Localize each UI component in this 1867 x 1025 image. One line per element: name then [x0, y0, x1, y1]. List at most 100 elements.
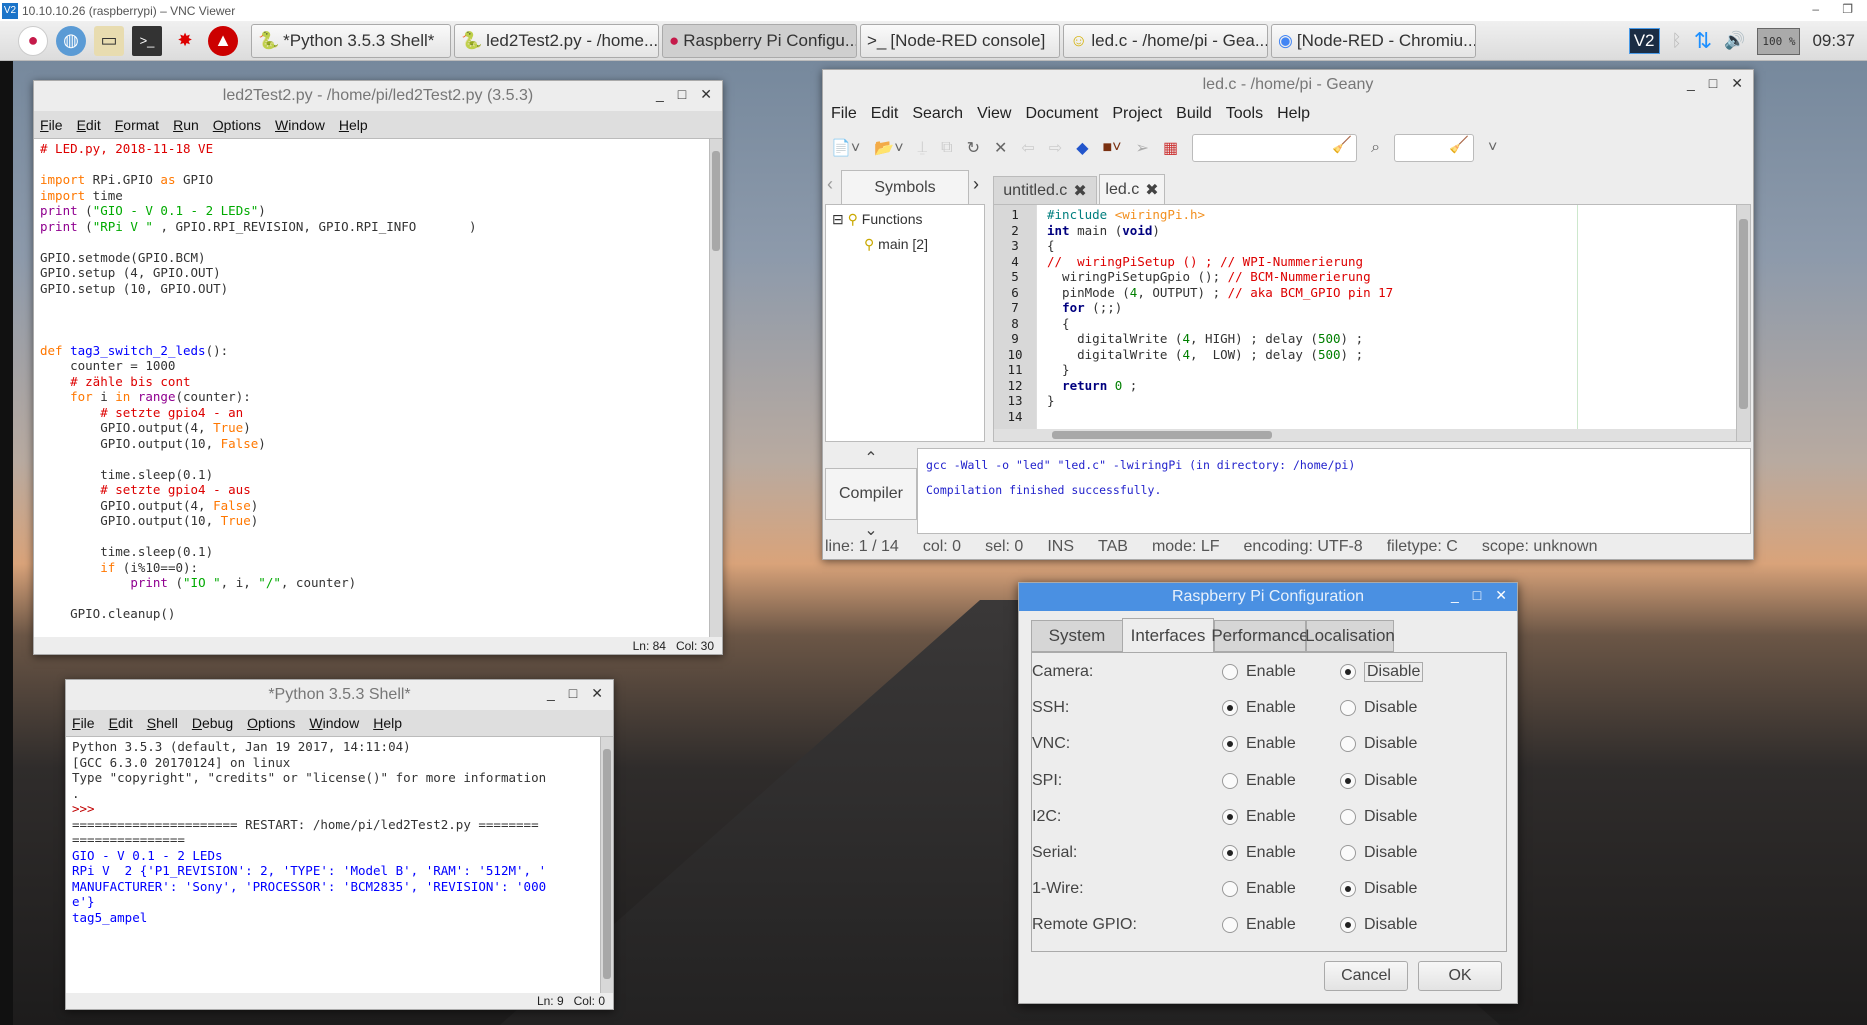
menu-build[interactable]: Build: [1176, 105, 1212, 123]
chevron-down-icon[interactable]: ˅: [1488, 139, 1497, 157]
radio-icon[interactable]: [1222, 664, 1238, 680]
maximize-button[interactable]: □: [569, 685, 577, 702]
radio-icon[interactable]: [1340, 772, 1356, 789]
menu-help[interactable]: Help: [339, 117, 368, 133]
menu-file[interactable]: File: [831, 105, 857, 123]
menu-tools[interactable]: Tools: [1226, 105, 1263, 123]
menu-edit[interactable]: Edit: [109, 715, 133, 731]
code-text[interactable]: #include <wiringPi.h> int main (void){// …: [1036, 205, 1750, 441]
enable-radio[interactable]: Enable: [1222, 808, 1296, 826]
save-all-icon[interactable]: ⧉: [941, 139, 952, 157]
find-icon[interactable]: ⌕: [1371, 139, 1380, 157]
goto-line-input[interactable]: 🧹: [1394, 134, 1475, 162]
radio-icon[interactable]: [1340, 917, 1356, 934]
mathematica-icon[interactable]: ✸: [170, 26, 200, 56]
file-manager-icon[interactable]: ▭: [94, 25, 124, 56]
menu-document[interactable]: Document: [1025, 105, 1098, 123]
disable-radio[interactable]: Disable: [1340, 808, 1417, 826]
radio-icon[interactable]: [1340, 881, 1356, 898]
taskbar-window-button[interactable]: ◉ [Node-RED - Chromiu...: [1271, 23, 1476, 58]
compile-icon[interactable]: ◆: [1076, 138, 1088, 158]
vnc-server-icon[interactable]: V2: [1628, 28, 1660, 54]
color-chooser-icon[interactable]: ▦: [1163, 138, 1178, 158]
enable-radio[interactable]: Enable: [1222, 772, 1296, 790]
disable-radio[interactable]: Disable: [1340, 880, 1417, 898]
vertical-scrollbar[interactable]: [709, 139, 722, 637]
tab-compiler[interactable]: Compiler: [825, 468, 917, 520]
wolfram-icon[interactable]: ▲: [208, 25, 238, 56]
disable-radio[interactable]: Disable: [1340, 844, 1417, 862]
network-icon[interactable]: ⇅: [1694, 28, 1712, 54]
close-button[interactable]: ✕: [1495, 587, 1507, 604]
execute-icon[interactable]: ➢: [1136, 138, 1149, 158]
menu-edit[interactable]: Edit: [871, 105, 899, 123]
radio-icon[interactable]: [1222, 772, 1238, 789]
close-tab-icon[interactable]: ✖: [1145, 180, 1158, 200]
taskbar-window-button[interactable]: ● Raspberry Pi Configu...: [662, 23, 857, 58]
menu-edit[interactable]: Edit: [77, 117, 101, 133]
reload-icon[interactable]: ↻: [967, 138, 980, 158]
menu-run[interactable]: Run: [173, 117, 199, 133]
build-icon[interactable]: ■˅: [1103, 139, 1122, 157]
disable-radio[interactable]: Disable: [1340, 916, 1417, 934]
maximize-button[interactable]: □: [1709, 75, 1717, 92]
raspberry-menu-icon[interactable]: ●: [18, 25, 48, 56]
chevron-up-icon[interactable]: ⌃: [825, 448, 917, 468]
vertical-scrollbar[interactable]: [600, 737, 613, 993]
terminal-icon[interactable]: >_: [132, 25, 162, 56]
minimize-button[interactable]: _: [1687, 75, 1695, 92]
code-editor[interactable]: # LED.py, 2018-11-18 VE import RPi.GPIO a…: [34, 139, 722, 637]
horizontal-scrollbar[interactable]: [994, 429, 1736, 441]
taskbar-window-button[interactable]: >_ [Node-RED console]: [860, 23, 1060, 58]
open-file-icon[interactable]: 📂˅: [874, 138, 903, 158]
tab-performance[interactable]: Performance: [1211, 620, 1309, 652]
radio-icon[interactable]: [1222, 700, 1238, 717]
minimize-button[interactable]: _: [656, 86, 664, 103]
radio-icon[interactable]: [1340, 808, 1356, 825]
enable-radio[interactable]: Enable: [1222, 844, 1296, 862]
code-editor[interactable]: 1 2 3 4 5 6 7 8 9 10 11 12 13 14 #include <wiringPi.h…: [993, 204, 1751, 442]
search-input[interactable]: 🧹: [1192, 134, 1358, 162]
new-file-icon[interactable]: 📄˅: [831, 138, 860, 158]
close-button[interactable]: ✕: [1731, 75, 1743, 92]
menu-help[interactable]: Help: [1277, 105, 1310, 123]
tab-localisation[interactable]: Localisation: [1305, 620, 1395, 652]
web-browser-icon[interactable]: ◍: [56, 25, 86, 56]
close-button[interactable]: ✕: [700, 86, 712, 103]
menu-help[interactable]: Help: [373, 715, 402, 731]
radio-icon[interactable]: [1222, 845, 1238, 861]
taskbar-window-button[interactable]: 🐍 led2Test2.py - /home...: [454, 23, 659, 58]
radio-icon[interactable]: [1222, 808, 1238, 825]
shell-output[interactable]: Python 3.5.3 (default, Jan 19 2017, 14:1…: [66, 737, 613, 993]
menu-options[interactable]: Options: [213, 117, 261, 133]
taskbar-window-button[interactable]: ☺ led.c - /home/pi - Gea...: [1063, 23, 1268, 58]
menu-search[interactable]: Search: [912, 105, 963, 123]
radio-icon[interactable]: [1340, 700, 1356, 717]
radio-icon[interactable]: [1340, 736, 1356, 753]
save-icon[interactable]: ⍊: [918, 139, 928, 157]
radio-icon[interactable]: [1222, 736, 1238, 753]
minimize-icon[interactable]: –: [1812, 2, 1819, 16]
disable-radio[interactable]: Disable: [1340, 735, 1417, 753]
menu-window[interactable]: Window: [275, 117, 325, 133]
maximize-button[interactable]: □: [678, 86, 686, 103]
close-tab-icon[interactable]: ✖: [1073, 181, 1086, 201]
radio-icon[interactable]: [1222, 881, 1238, 898]
enable-radio[interactable]: Enable: [1222, 880, 1296, 898]
radio-icon[interactable]: [1222, 917, 1238, 934]
radio-icon[interactable]: [1340, 845, 1356, 861]
tab-system[interactable]: System: [1031, 620, 1123, 652]
back-icon[interactable]: ⇦: [1021, 138, 1034, 158]
chevron-right-icon[interactable]: ›: [973, 174, 979, 195]
enable-radio[interactable]: Enable: [1222, 916, 1296, 934]
close-file-icon[interactable]: ✕: [994, 138, 1007, 158]
symbol-group[interactable]: ⊟ ⚲ Functions: [826, 205, 984, 234]
enable-radio[interactable]: Enable: [1222, 699, 1296, 717]
disable-radio[interactable]: Disable: [1340, 662, 1424, 682]
forward-icon[interactable]: ⇨: [1049, 138, 1062, 158]
disable-radio[interactable]: Disable: [1340, 772, 1417, 790]
taskbar-window-button[interactable]: 🐍 *Python 3.5.3 Shell*: [251, 23, 451, 58]
menu-file[interactable]: File: [72, 715, 95, 731]
enable-radio[interactable]: Enable: [1222, 735, 1296, 753]
menu-project[interactable]: Project: [1112, 105, 1162, 123]
